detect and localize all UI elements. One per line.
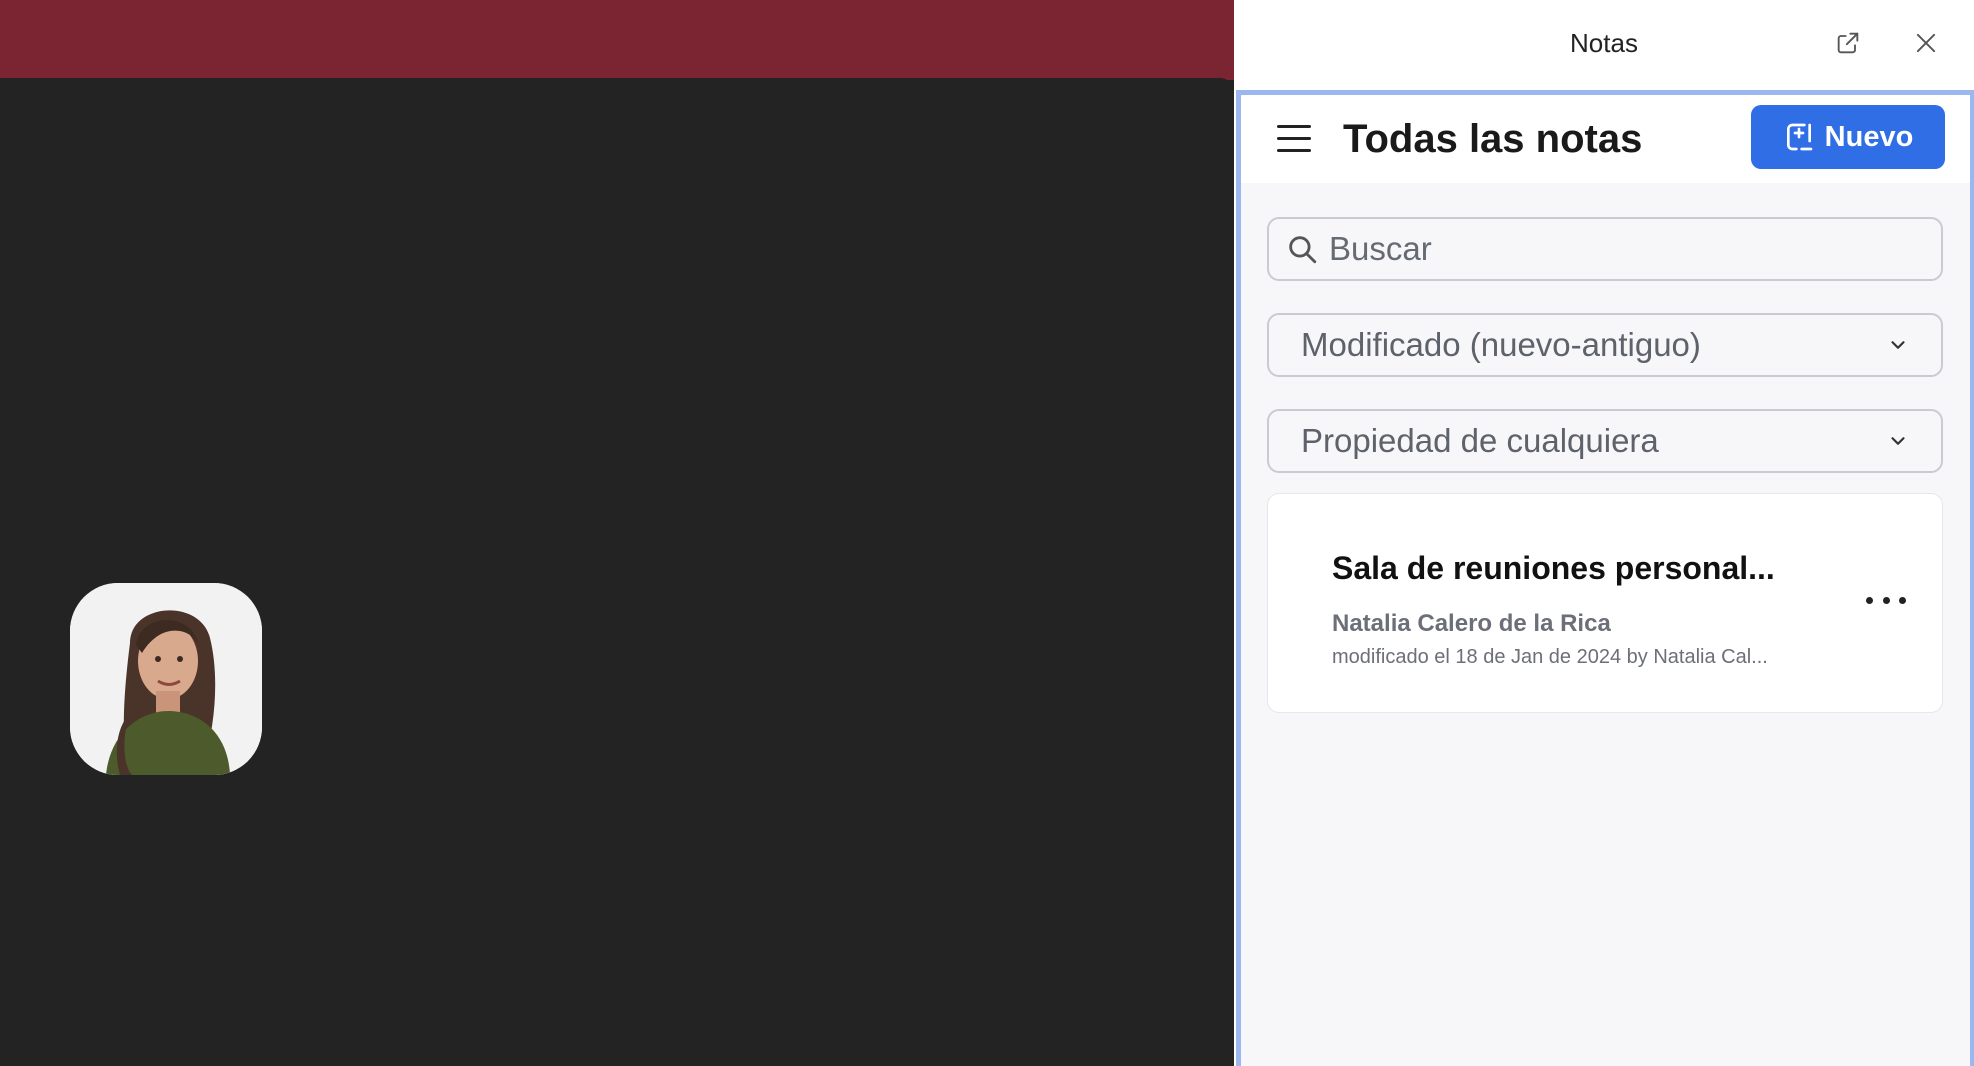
note-owner: Natalia Calero de la Rica — [1332, 610, 1611, 637]
panel-header: Notas — [1234, 0, 1974, 90]
notes-panel: Notas Todas las notas Nuevo Buscar Modif… — [1234, 0, 1974, 1066]
close-icon[interactable] — [1910, 27, 1942, 59]
new-note-button[interactable]: Nuevo — [1751, 105, 1945, 169]
note-modified-info: modificado el 18 de Jan de 2024 by Natal… — [1332, 646, 1768, 668]
search-input[interactable] — [1329, 230, 1919, 268]
meeting-top-bar — [0, 0, 1234, 80]
sort-select-value: Modificado (nuevo-antiguo) — [1301, 326, 1701, 363]
participant-photo — [70, 583, 262, 775]
page-title: Todas las notas — [1343, 117, 1643, 161]
sort-select[interactable]: Modificado (nuevo-antiguo) — [1267, 313, 1943, 377]
notes-toolbar: Todas las notas Nuevo — [1241, 95, 1970, 183]
external-link-icon[interactable] — [1832, 27, 1864, 59]
meeting-stage — [0, 78, 1234, 1066]
new-button-label: Nuevo — [1824, 120, 1914, 153]
owner-select-value: Propiedad de cualquiera — [1301, 422, 1659, 459]
participant-avatar[interactable] — [70, 583, 262, 775]
search-box[interactable] — [1267, 217, 1943, 281]
hamburger-menu-icon[interactable] — [1277, 125, 1311, 155]
chevron-down-icon — [1891, 437, 1905, 445]
more-options-icon[interactable] — [1866, 590, 1906, 610]
search-icon — [1289, 236, 1317, 264]
new-note-icon — [1786, 123, 1813, 151]
note-list-item[interactable]: Sala de reuniones personal... Natalia Ca… — [1267, 493, 1943, 713]
notes-content: Todas las notas Nuevo Modificado (nuevo-… — [1236, 90, 1974, 1066]
note-title: Sala de reuniones personal... — [1332, 550, 1775, 586]
chevron-down-icon — [1891, 341, 1905, 349]
owner-select[interactable]: Propiedad de cualquiera — [1267, 409, 1943, 473]
